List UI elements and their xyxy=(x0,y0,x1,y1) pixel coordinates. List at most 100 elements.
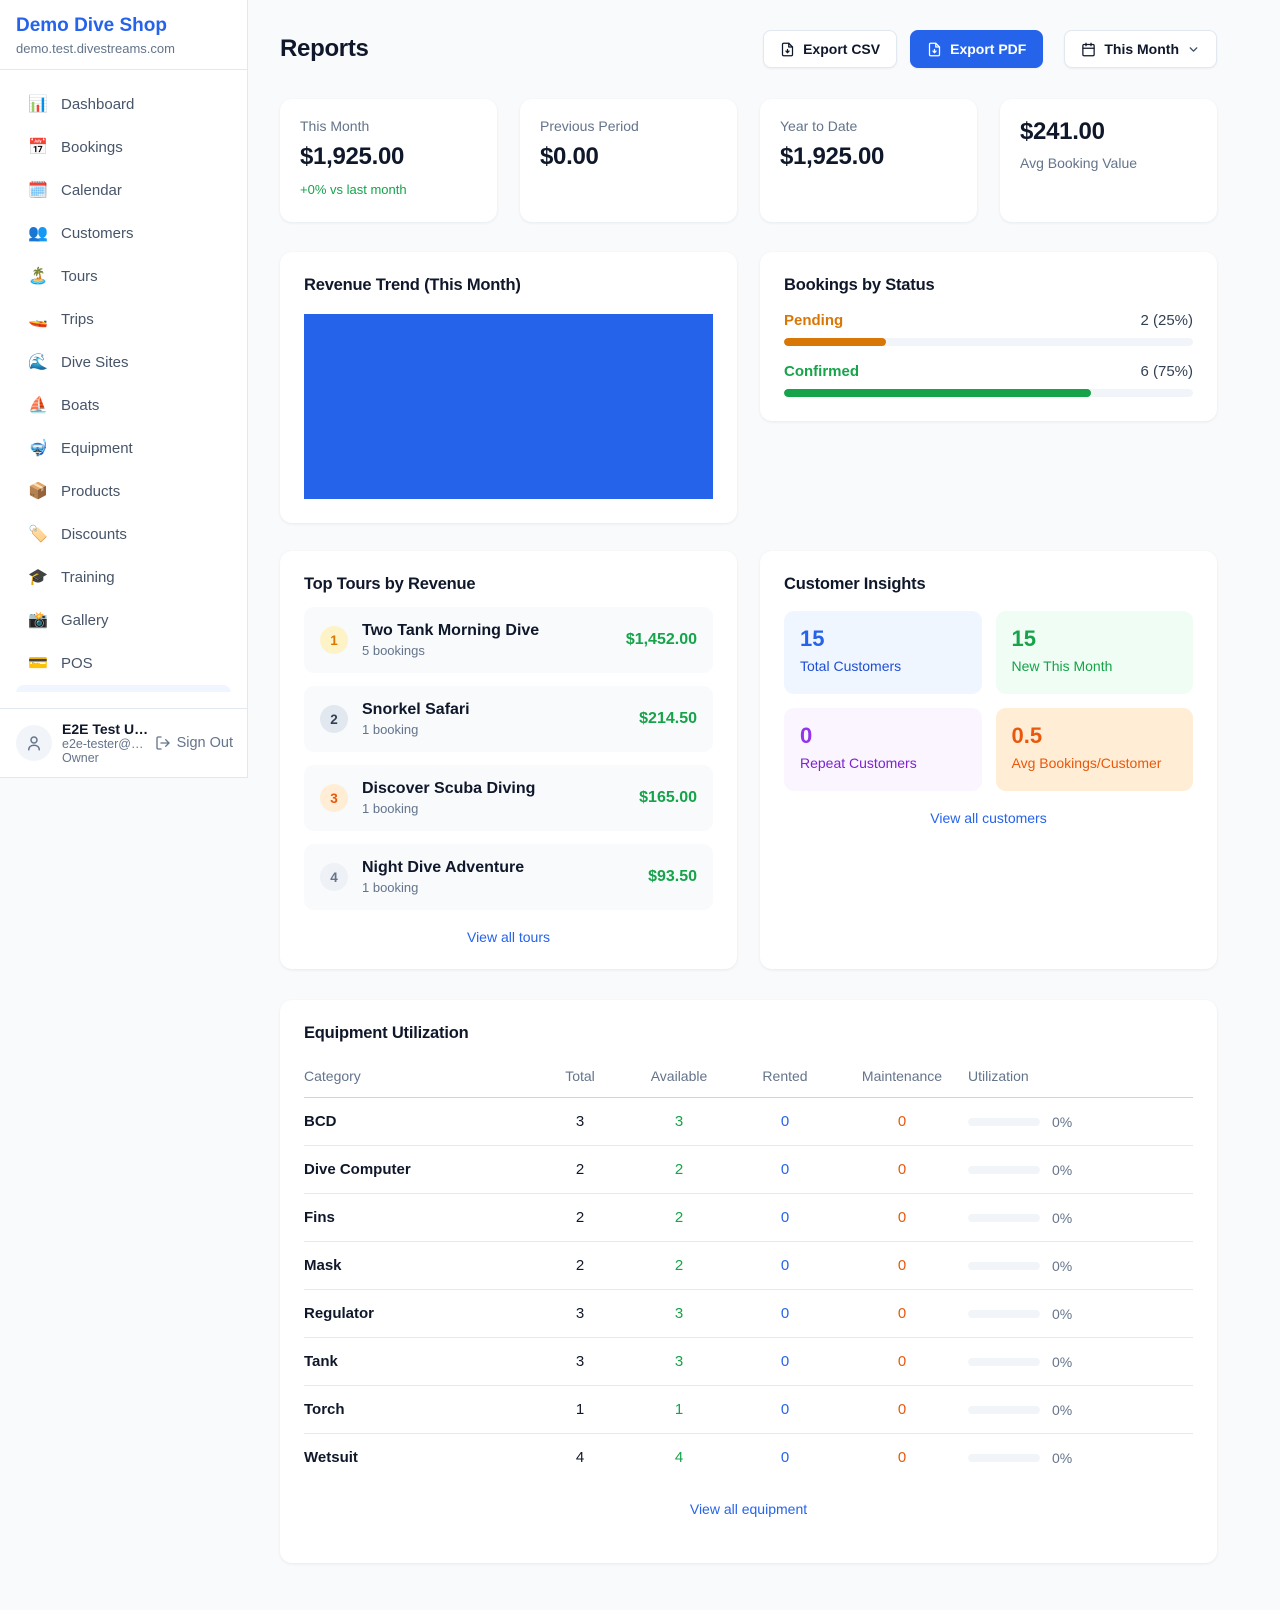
sign-out-label: Sign Out xyxy=(177,735,233,751)
col-total: Total xyxy=(536,1058,624,1098)
tour-row[interactable]: 1 Two Tank Morning Dive 5 bookings $1,45… xyxy=(304,607,713,673)
sidebar-item-training[interactable]: 🎓 Training xyxy=(16,556,231,599)
cell-available: 3 xyxy=(624,1290,734,1338)
rank-badge: 1 xyxy=(320,626,348,654)
tour-bookings: 1 booking xyxy=(362,801,535,816)
table-header-row: Category Total Available Rented Maintena… xyxy=(304,1058,1193,1098)
period-label: This Month xyxy=(1104,41,1179,57)
tour-row[interactable]: 3 Discover Scuba Diving 1 booking $165.0… xyxy=(304,765,713,831)
utilization-percent: 0% xyxy=(1052,1354,1072,1370)
avatar xyxy=(16,725,52,761)
cell-total: 3 xyxy=(536,1098,624,1146)
logout-icon xyxy=(155,735,171,751)
user-name: E2E Test U… xyxy=(62,721,145,737)
cell-category: BCD xyxy=(304,1098,536,1146)
cell-utilization: 0% xyxy=(968,1242,1193,1290)
stat-label: Avg Booking Value xyxy=(1020,155,1197,171)
rank-badge: 3 xyxy=(320,784,348,812)
tile-value: 0 xyxy=(800,723,966,749)
graduation-cap-icon: 🎓 xyxy=(28,570,48,586)
user-role: Owner xyxy=(62,751,145,765)
tile-value: 15 xyxy=(1012,626,1178,652)
cell-utilization: 0% xyxy=(968,1290,1193,1338)
tour-row[interactable]: 4 Night Dive Adventure 1 booking $93.50 xyxy=(304,844,713,910)
package-icon: 📦 xyxy=(28,484,48,500)
table-row: Wetsuit 4 4 0 0 0% xyxy=(304,1434,1193,1482)
sidebar-item-gallery[interactable]: 📸 Gallery xyxy=(16,599,231,642)
status-bar-fill xyxy=(784,338,886,346)
sidebar-item-dashboard[interactable]: 📊 Dashboard xyxy=(16,83,231,126)
sidebar-item-products[interactable]: 📦 Products xyxy=(16,470,231,513)
period-dropdown[interactable]: This Month xyxy=(1064,30,1217,68)
view-all-equipment-link[interactable]: View all equipment xyxy=(304,1501,1193,1517)
tour-revenue: $93.50 xyxy=(648,868,697,886)
sidebar-item-dive-sites[interactable]: 🌊 Dive Sites xyxy=(16,341,231,384)
stat-label: Year to Date xyxy=(780,118,957,134)
export-csv-label: Export CSV xyxy=(803,41,880,57)
user-info: E2E Test U… e2e-tester@… Owner xyxy=(62,721,145,765)
status-value: 2 (25%) xyxy=(1140,312,1193,329)
sidebar-item-label: Gallery xyxy=(61,612,109,629)
sidebar-item-label: Trips xyxy=(61,311,94,328)
customers-icon: 👥 xyxy=(28,226,48,242)
status-label: Confirmed xyxy=(784,363,859,380)
sidebar-item-discounts[interactable]: 🏷️ Discounts xyxy=(16,513,231,556)
trips-boat-icon: 🚤 xyxy=(28,312,48,328)
revenue-trend-title: Revenue Trend (This Month) xyxy=(304,276,713,295)
cell-category: Fins xyxy=(304,1194,536,1242)
col-category: Category xyxy=(304,1058,536,1098)
tile-label: Avg Bookings/Customer xyxy=(1012,755,1178,771)
top-tours-title: Top Tours by Revenue xyxy=(304,575,713,594)
cell-utilization: 0% xyxy=(968,1386,1193,1434)
tile-label: New This Month xyxy=(1012,658,1178,674)
sidebar-item-trips[interactable]: 🚤 Trips xyxy=(16,298,231,341)
col-available: Available xyxy=(624,1058,734,1098)
view-all-tours-link[interactable]: View all tours xyxy=(304,929,713,945)
sidebar-item-equipment[interactable]: 🤿 Equipment xyxy=(16,427,231,470)
customer-insights-title: Customer Insights xyxy=(784,575,1193,594)
export-pdf-button[interactable]: Export PDF xyxy=(910,30,1043,68)
sidebar-item-reports[interactable]: Reports xyxy=(16,685,231,692)
sidebar-item-boats[interactable]: ⛵ Boats xyxy=(16,384,231,427)
rank-badge: 2 xyxy=(320,705,348,733)
revenue-trend-panel: Revenue Trend (This Month) xyxy=(280,252,737,523)
cell-maintenance: 0 xyxy=(836,1290,968,1338)
export-csv-button[interactable]: Export CSV xyxy=(763,30,897,68)
col-rented: Rented xyxy=(734,1058,836,1098)
rank-badge: 4 xyxy=(320,863,348,891)
wave-icon: 🌊 xyxy=(28,355,48,371)
file-download-icon xyxy=(927,42,942,57)
sidebar-nav: 📊 Dashboard 📅 Bookings 🗓️ Calendar 👥 Cus… xyxy=(0,70,247,692)
file-download-icon xyxy=(780,42,795,57)
utilization-bar-track xyxy=(968,1310,1040,1318)
cell-total: 2 xyxy=(536,1242,624,1290)
cell-total: 4 xyxy=(536,1434,624,1482)
view-all-customers-link[interactable]: View all customers xyxy=(784,810,1193,826)
sign-out-button[interactable]: Sign Out xyxy=(155,735,233,751)
sidebar-item-bookings[interactable]: 📅 Bookings xyxy=(16,126,231,169)
page-header: Reports Export CSV Exp xyxy=(280,30,1217,68)
utilization-bar-track xyxy=(968,1118,1040,1126)
top-tours-panel: Top Tours by Revenue 1 Two Tank Morning … xyxy=(280,551,737,969)
cell-available: 2 xyxy=(624,1242,734,1290)
sidebar-item-label: Products xyxy=(61,483,120,500)
bookings-by-status-panel: Bookings by Status Pending 2 (25%) Confi… xyxy=(760,252,1217,421)
equipment-utilization-panel: Equipment Utilization Category Total Ava… xyxy=(280,1000,1217,1563)
sidebar-item-label: Dashboard xyxy=(61,96,134,113)
cell-total: 3 xyxy=(536,1290,624,1338)
cell-maintenance: 0 xyxy=(836,1386,968,1434)
camera-icon: 📸 xyxy=(28,613,48,629)
sidebar-item-customers[interactable]: 👥 Customers xyxy=(16,212,231,255)
cell-total: 2 xyxy=(536,1194,624,1242)
table-row: Mask 2 2 0 0 0% xyxy=(304,1242,1193,1290)
sidebar-item-tours[interactable]: 🏝️ Tours xyxy=(16,255,231,298)
tour-row[interactable]: 2 Snorkel Safari 1 booking $214.50 xyxy=(304,686,713,752)
tile-label: Repeat Customers xyxy=(800,755,966,771)
shop-domain: demo.test.divestreams.com xyxy=(16,41,231,56)
tour-bookings: 5 bookings xyxy=(362,643,539,658)
sidebar-item-pos[interactable]: 💳 POS xyxy=(16,642,231,685)
utilization-percent: 0% xyxy=(1052,1258,1072,1274)
tour-bookings: 1 booking xyxy=(362,880,524,895)
sidebar-item-calendar[interactable]: 🗓️ Calendar xyxy=(16,169,231,212)
shop-name: Demo Dive Shop xyxy=(16,15,231,37)
